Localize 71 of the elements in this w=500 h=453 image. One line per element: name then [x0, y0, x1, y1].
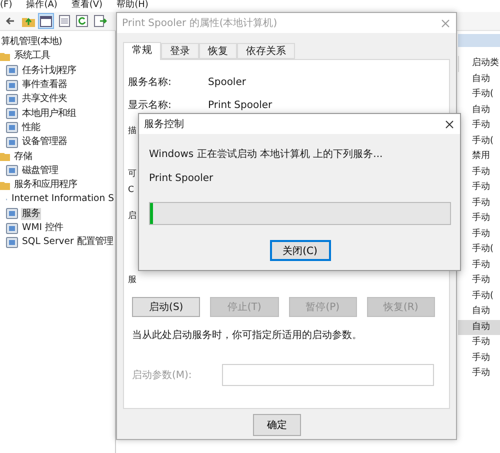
- back-arrow-icon[interactable]: [5, 16, 15, 26]
- table-cell-text: 手动: [471, 258, 491, 272]
- table-cell-text: 自动: [471, 72, 491, 86]
- menu-item[interactable]: (F): [0, 0, 12, 11]
- tab[interactable]: 依存关系: [237, 43, 295, 59]
- field-label: 启动参数(M):: [132, 368, 193, 382]
- table-cell-text: 手动: [471, 336, 491, 349]
- hint-text: 当从此处启动服务时，你可指定所适用的启动参数。: [131, 328, 363, 342]
- tree-item[interactable]: 存储: [13, 150, 33, 163]
- table-cell-text: 手动: [471, 166, 491, 178]
- tab[interactable]: 恢复: [199, 43, 237, 59]
- field-label: 服: [128, 274, 137, 286]
- service-name: Print Spooler: [149, 173, 214, 184]
- table-cell-text: 手动: [471, 366, 491, 380]
- service-button[interactable]: 启动(S): [132, 297, 200, 317]
- menu-item[interactable]: 操作(A): [26, 0, 58, 11]
- folder-icon: [0, 52, 10, 61]
- table-cell-text: 手动(: [471, 88, 495, 101]
- dialog-title: 服务控制: [144, 118, 184, 131]
- window-title: Print Spooler 的属性(本地计算机): [122, 16, 278, 30]
- field-label: C: [128, 185, 134, 195]
- column-header[interactable]: 启动类: [458, 56, 500, 72]
- table-cell-text: 手动: [471, 274, 491, 287]
- table-cell-text: 手动(: [471, 134, 495, 148]
- tree-item[interactable]: 性能: [21, 122, 41, 134]
- tree-item[interactable]: 共享文件夹: [21, 93, 68, 106]
- document-icon[interactable]: [58, 15, 70, 27]
- tree-item[interactable]: 磁盘管理: [21, 164, 59, 177]
- header-band: [458, 34, 500, 47]
- table-cell-text: 手动: [471, 118, 491, 132]
- table-cell-text: 手动: [471, 228, 491, 240]
- field-value: Spooler: [208, 76, 246, 88]
- window-icon[interactable]: [40, 16, 52, 26]
- table-cell-text: 手动(: [471, 242, 495, 256]
- tree-item[interactable]: Internet Information S: [10, 193, 115, 206]
- tab[interactable]: 常规: [123, 42, 161, 60]
- table-cell-text: 自动: [471, 104, 491, 116]
- tree-item[interactable]: 系统工具: [13, 50, 51, 62]
- table-cell-text: 禁用: [471, 150, 491, 163]
- table-cell-text: 手动: [471, 352, 491, 364]
- tree-item[interactable]: 本地用户和组: [21, 108, 77, 120]
- tree-item[interactable]: 任务计划程序: [21, 64, 77, 77]
- table-cell-text: 自动: [471, 304, 491, 318]
- table-cell-text: 手动(: [471, 290, 495, 302]
- tree-item[interactable]: 服务和应用程序: [13, 179, 78, 192]
- tree-item[interactable]: 服务: [21, 208, 41, 220]
- export-icon[interactable]: [94, 15, 106, 27]
- tree-item[interactable]: SQL Server 配置管理: [21, 236, 114, 248]
- table-cell: 自动: [458, 320, 500, 335]
- field-label: 服务名称:: [128, 76, 172, 89]
- field-label: 可: [128, 168, 137, 180]
- field-value: Print Spooler: [208, 100, 272, 110]
- table-cell-text: 手动: [471, 212, 491, 225]
- close-button[interactable]: 关闭(C): [270, 240, 330, 261]
- field-label: 描: [128, 125, 137, 137]
- ok-button[interactable]: 确定: [253, 414, 301, 436]
- tree-item[interactable]: 算机管理(本地): [0, 36, 64, 48]
- folder-icon: [0, 180, 10, 190]
- tree-item[interactable]: 事件查看器: [21, 79, 68, 92]
- table-cell-text: 手动: [471, 180, 491, 194]
- field-label: 显示名称:: [128, 99, 172, 112]
- tree-item[interactable]: 设备管理器: [21, 136, 68, 148]
- tree-item[interactable]: WMI 控件: [21, 222, 64, 234]
- field-label: 启: [128, 210, 137, 222]
- tab[interactable]: 登录: [161, 43, 199, 59]
- folder-up-icon[interactable]: [22, 15, 34, 27]
- close-icon[interactable]: [445, 120, 454, 128]
- message-text: Windows 正在尝试启动 本地计算机 上的下列服务...: [149, 148, 384, 161]
- folder-icon: [0, 152, 10, 162]
- table-cell-text: 手动: [471, 196, 491, 210]
- refresh-icon[interactable]: [76, 15, 88, 27]
